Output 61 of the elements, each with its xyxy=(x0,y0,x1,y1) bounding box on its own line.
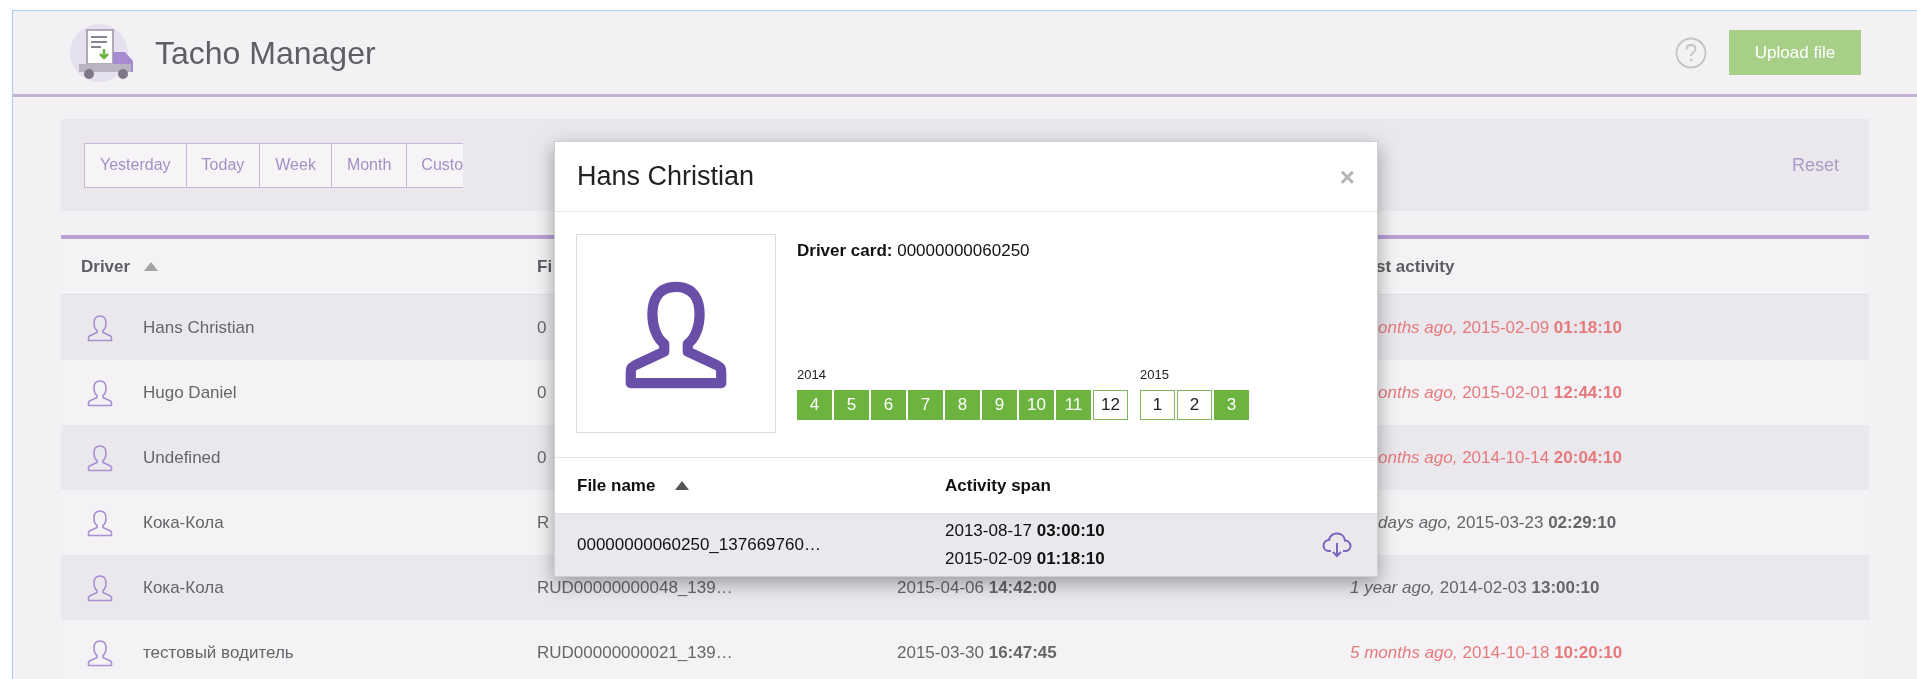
last-activity: 1 year ago, 2014-02-03 13:00:10 xyxy=(1350,577,1600,597)
person-icon xyxy=(85,507,115,538)
month-box[interactable]: 12 xyxy=(1093,390,1128,420)
month-box[interactable]: 9 xyxy=(982,390,1017,420)
month-box[interactable]: 11 xyxy=(1056,390,1091,420)
file-name: RUD00000000021_139… xyxy=(537,642,733,662)
dialog-title: Hans Christian xyxy=(577,160,755,194)
person-icon xyxy=(85,312,115,343)
month-box[interactable]: 2 xyxy=(1177,390,1212,420)
app-title: Tacho Manager xyxy=(155,33,376,73)
person-icon xyxy=(85,637,115,668)
file-name: 0 xyxy=(537,447,547,467)
year-label: 2014 xyxy=(797,365,827,384)
driver-name: тестовый водитель xyxy=(143,641,294,664)
last-activity: onths ago, 2015-02-09 01:18:10 xyxy=(1378,317,1622,337)
sort-ascending-icon xyxy=(144,262,159,271)
last-activity: 5 months ago, 2014-10-18 10:20:10 xyxy=(1350,642,1623,662)
upload-date: 2015-03-30 16:47:45 xyxy=(897,642,1057,662)
file-name: 00000000060250_137669760… xyxy=(577,534,822,557)
filter-tab[interactable]: Week xyxy=(259,142,331,188)
file-name: R xyxy=(537,512,550,532)
year-label: 2015 xyxy=(1140,365,1170,384)
driver-card-number: Driver card: 00000000060250 xyxy=(797,240,1031,262)
month-box[interactable]: 4 xyxy=(797,390,832,420)
last-activity: onths ago, 2014-10-14 20:04:10 xyxy=(1378,447,1622,467)
month-box[interactable]: 7 xyxy=(908,390,943,420)
filter-tab[interactable]: Month xyxy=(330,142,407,188)
file-row[interactable]: 00000000060250_137669760… 2013-08-17 03:00:10 2015-02-09 01:18:10 xyxy=(555,514,1377,576)
month-box[interactable]: 5 xyxy=(834,390,869,420)
driver-name: Кока-Кола xyxy=(143,576,224,599)
file-name: 0 xyxy=(537,317,547,337)
month-box[interactable]: 6 xyxy=(871,390,906,420)
filter-tab[interactable]: Today xyxy=(185,142,260,188)
upload-button[interactable]: Upload file xyxy=(1729,30,1861,75)
reset-link[interactable]: Reset xyxy=(1791,151,1839,179)
activity-start: 2013-08-17 03:00:10 xyxy=(945,520,1106,542)
last-activity: onths ago, 2015-02-01 12:44:10 xyxy=(1378,382,1622,402)
last-activity: days ago, 2015-03-23 02:29:10 xyxy=(1378,512,1617,532)
column-header[interactable]: Driver xyxy=(81,253,159,280)
filter-tab[interactable]: Yesterday xyxy=(84,142,186,188)
column-header[interactable]: File name xyxy=(577,472,690,499)
close-button[interactable]: × xyxy=(1339,163,1355,190)
month-box[interactable]: 1 xyxy=(1140,390,1175,420)
driver-name: Undefined xyxy=(143,446,221,469)
file-name: RUD00000000048_139… xyxy=(537,577,733,597)
month-box[interactable]: 3 xyxy=(1214,390,1249,420)
driver-name: Hans Christian xyxy=(143,316,255,339)
month-box[interactable]: 10 xyxy=(1019,390,1054,420)
filter-tab[interactable]: Custo xyxy=(406,142,464,188)
column-header[interactable]: Activity span xyxy=(945,472,1051,499)
person-icon xyxy=(85,442,115,473)
cloud-download-icon[interactable] xyxy=(1322,532,1352,558)
month-box[interactable]: 8 xyxy=(945,390,980,420)
file-name: 0 xyxy=(537,382,547,402)
driver-name: Hugo Daniel xyxy=(143,381,237,404)
activity-end: 2015-02-09 01:18:10 xyxy=(945,548,1106,570)
person-icon xyxy=(85,572,115,603)
person-icon xyxy=(85,377,115,408)
upload-date: 2015-04-06 14:42:00 xyxy=(897,577,1057,597)
driver-name: Кока-Кола xyxy=(143,511,224,534)
column-header[interactable]: Fi xyxy=(537,253,553,280)
